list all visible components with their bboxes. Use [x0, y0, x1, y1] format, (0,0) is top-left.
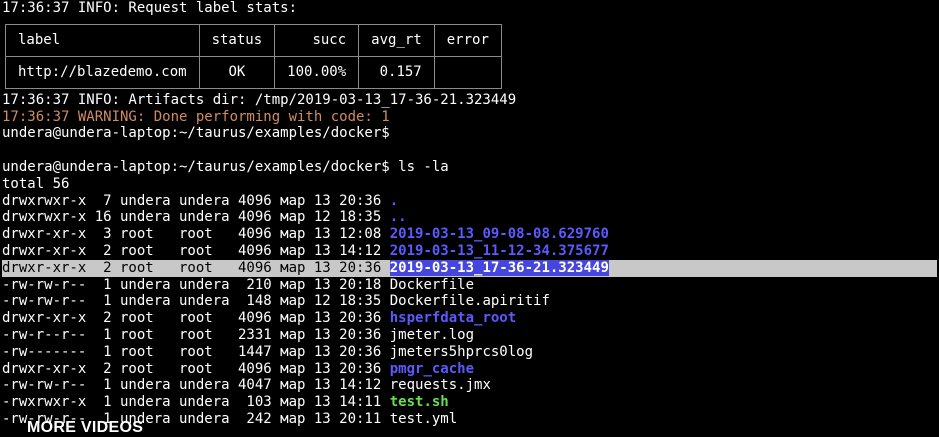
stats-cell-error	[433, 55, 502, 89]
listing-row-name: ..	[389, 209, 407, 226]
listing-row-meta: -rw-r--r-- 1 root root 2331 мар 13 20:36	[2, 326, 390, 343]
listing-row: drwxrwxr-x 7 undera undera 4096 мар 13 2…	[2, 193, 937, 210]
stats-cell-succ: 100.00%	[274, 55, 360, 89]
listing-row-name: requests.jmx	[389, 377, 491, 394]
listing-row-name: jmeter.log	[389, 326, 475, 343]
listing-row-name: jmeters5hprcs0log	[389, 343, 534, 360]
stats-table-row: http://blazedemo.com OK 100.00% 0.157	[5, 55, 502, 89]
listing-row-meta: -rw------- 1 root root 1447 мар 13 20:36	[2, 343, 390, 360]
listing-row-meta: drwxrwxr-x 16 undera undera 4096 мар 12 …	[2, 209, 390, 226]
stats-header-label: label	[5, 23, 200, 57]
listing-row-name: .	[389, 192, 399, 209]
more-videos-overlay[interactable]: MORE VIDEOS	[27, 419, 143, 437]
listing-row-name: test.yml	[389, 410, 458, 427]
listing-row-meta: drwxr-xr-x 2 root root 4096 мар 13 20:36	[2, 310, 390, 327]
stats-cell-status: OK	[198, 55, 276, 89]
listing-row: drwxr-xr-x 2 root root 4096 мар 13 20:36…	[2, 361, 937, 378]
log-info-stats-header: 17:36:37 INFO: Request label stats:	[2, 0, 298, 16]
listing-total: total 56	[2, 175, 70, 192]
listing-row: drwxrwxr-x 16 undera undera 4096 мар 12 …	[2, 209, 937, 226]
listing-row: -rw------- 1 root root 1447 мар 13 20:36…	[2, 344, 937, 361]
log-warning-line: 17:36:37 WARNING: Done performing with c…	[2, 108, 390, 125]
listing-row-name: test.sh	[389, 394, 449, 411]
stats-cell-label: http://blazedemo.com	[5, 55, 200, 89]
listing-row-meta: -rw-rw-r-- 1 undera undera 210 мар 13 20…	[2, 276, 390, 293]
stats-table-header-row: label status succ avg_rt error	[5, 23, 502, 57]
listing-row-name: 2019-03-13_09-08-08.629760	[389, 226, 609, 243]
listing-row: -rw-rw-r-- 1 undera undera 210 мар 13 20…	[2, 277, 937, 294]
request-stats-table: label status succ avg_rt error http://bl…	[5, 23, 502, 89]
shell-prompt: undera@undera-laptop:~/taurus/examples/d…	[2, 125, 390, 142]
shell-command-line: undera@undera-laptop:~/taurus/examples/d…	[2, 158, 449, 175]
listing-row-name: Dockerfile	[389, 276, 475, 293]
stats-header-succ: succ	[274, 23, 360, 57]
stats-cell-avg-rt: 0.157	[358, 55, 435, 89]
stats-header-status: status	[198, 23, 276, 57]
listing-row-meta: drwxr-xr-x 2 root root 4096 мар 13 20:36	[2, 360, 390, 377]
listing-row: drwxr-xr-x 3 root root 4096 мар 13 12:08…	[2, 226, 937, 243]
listing-row-meta: drwxr-xr-x 2 root root 4096 мар 13 14:12	[2, 242, 390, 259]
stats-header-error: error	[433, 23, 502, 57]
listing-row: drwxr-xr-x 2 root root 4096 мар 13 14:12…	[2, 243, 937, 260]
terminal-output[interactable]: 17:36:37 INFO: Request label stats: labe…	[2, 0, 937, 428]
listing-row-name: pmgr_cache	[389, 360, 475, 377]
listing-row-meta: drwxr-xr-x 3 root root 4096 мар 13 12:08	[2, 226, 390, 243]
listing-row-name: 2019-03-13_11-12-34.375677	[389, 242, 609, 259]
listing-row-meta: drwxr-xr-x 2 root root 4096 мар 13 20:36	[2, 259, 390, 276]
listing-row: drwxr-xr-x 2 root root 4096 мар 13 20:36…	[2, 310, 937, 327]
listing-row: -rw-r--r-- 1 root root 2331 мар 13 20:36…	[2, 327, 937, 344]
log-info-artifacts: 17:36:37 INFO: Artifacts dir: /tmp/2019-…	[2, 91, 517, 108]
listing-row-name: 2019-03-13_17-36-21.323449	[389, 259, 609, 276]
stats-header-avg-rt: avg_rt	[358, 23, 435, 57]
listing-row-meta: -rwxrwxr-x 1 undera undera 103 мар 13 14…	[2, 394, 390, 411]
listing-row-meta: -rw-rw-r-- 1 undera undera 4047 мар 13 1…	[2, 377, 390, 394]
listing-row: -rw-rw-r-- 1 undera undera 148 мар 12 18…	[2, 293, 937, 310]
listing-row-selected[interactable]: drwxr-xr-x 2 root root 4096 мар 13 20:36…	[2, 259, 937, 277]
listing-row-meta: -rw-rw-r-- 1 undera undera 148 мар 12 18…	[2, 293, 390, 310]
listing-row-name: hsperfdata_root	[389, 310, 517, 327]
listing-row-meta: drwxrwxr-x 7 undera undera 4096 мар 13 2…	[2, 192, 390, 209]
listing-row: -rwxrwxr-x 1 undera undera 103 мар 13 14…	[2, 394, 937, 411]
listing-row-name: Dockerfile.apiritif	[389, 293, 550, 310]
listing-row: -rw-rw-r-- 1 undera undera 4047 мар 13 1…	[2, 377, 937, 394]
